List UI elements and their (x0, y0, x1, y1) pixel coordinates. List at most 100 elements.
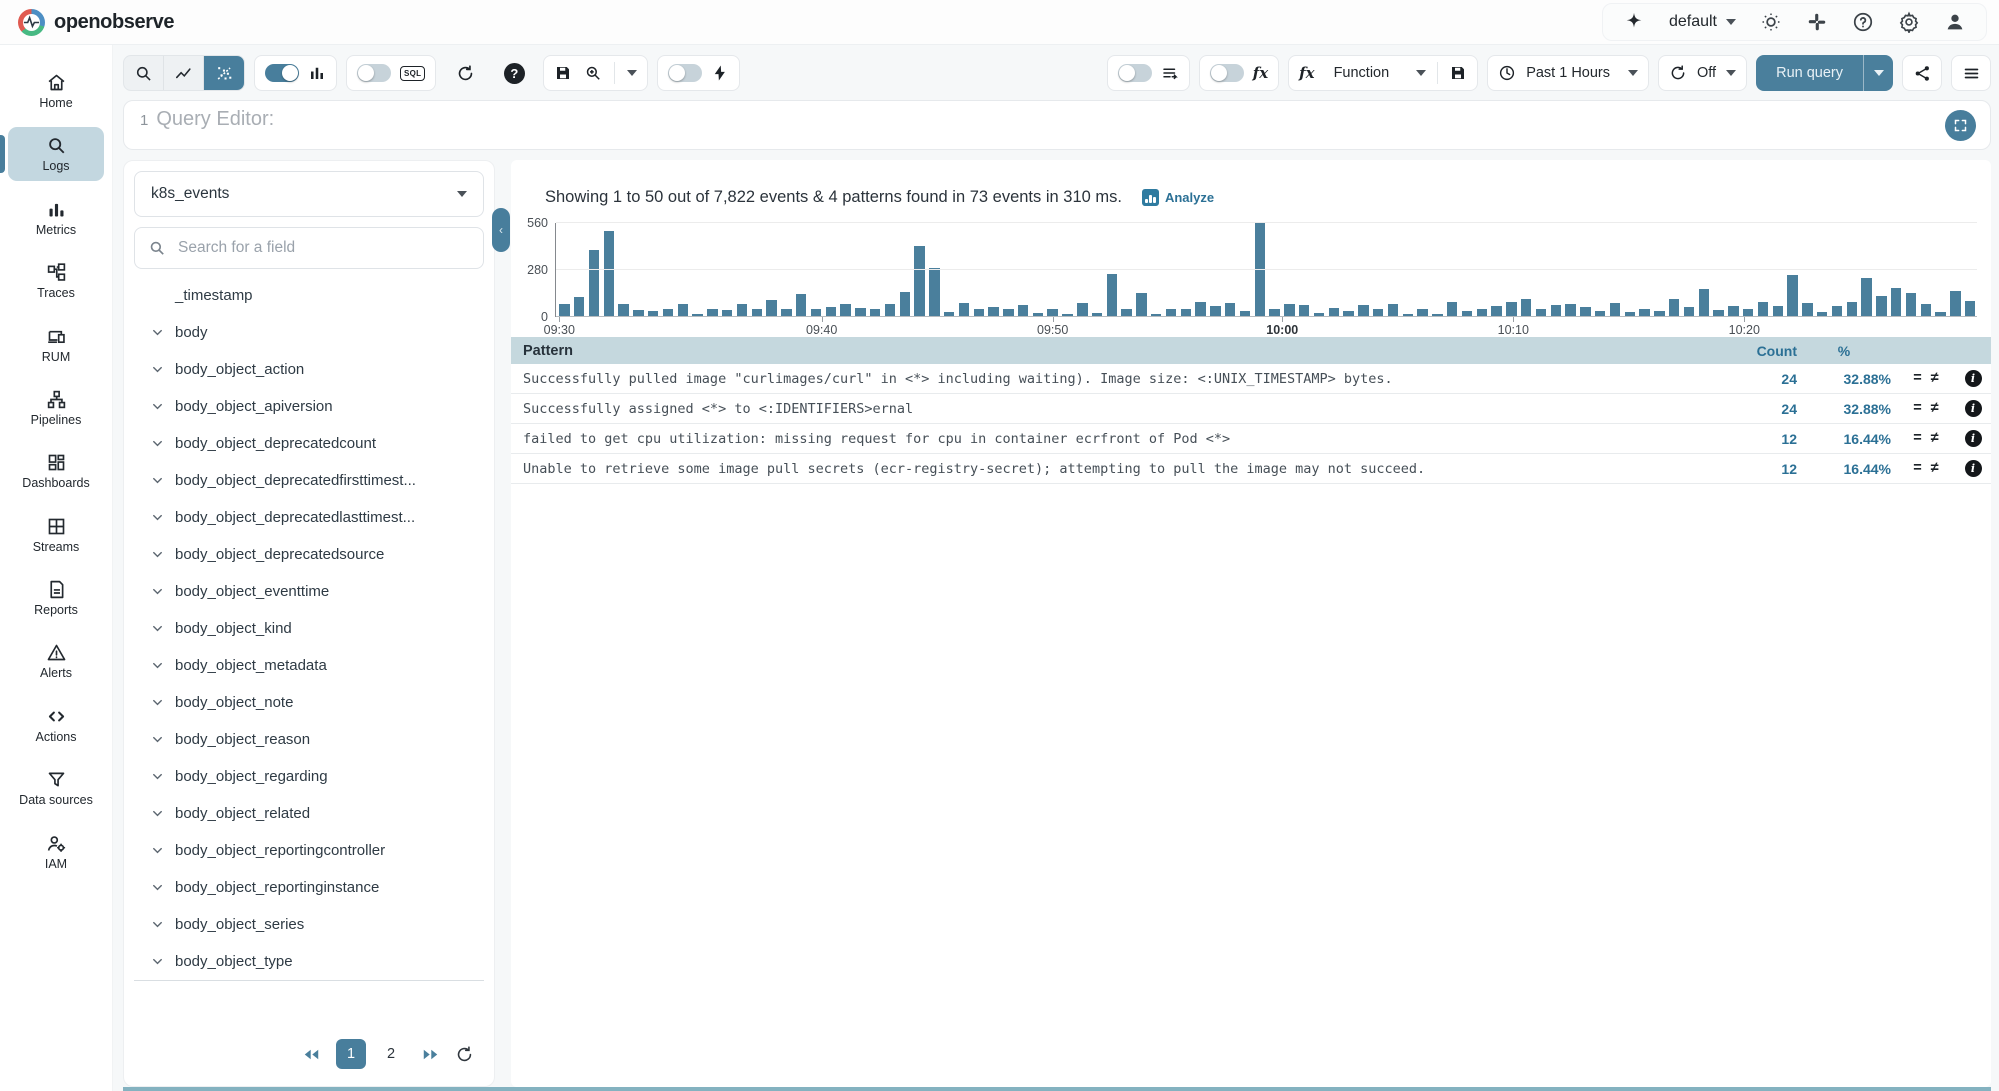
histogram-bar[interactable] (1417, 309, 1427, 316)
field-row[interactable]: body_object_action (134, 351, 484, 388)
include-pattern-button[interactable]: = (1913, 431, 1921, 446)
chevron-down-icon[interactable] (150, 769, 165, 784)
histogram-bar[interactable] (826, 307, 836, 316)
run-query-caret-button[interactable] (1863, 55, 1893, 91)
histogram-toggle[interactable] (265, 64, 299, 82)
histogram-bar[interactable] (1565, 304, 1575, 316)
sidebar-item-dashboards[interactable]: Dashboards (8, 444, 104, 497)
histogram-bar[interactable] (870, 309, 880, 316)
histogram-bar[interactable] (1329, 308, 1339, 316)
pattern-table-row[interactable]: failed to get cpu utilization: missing r… (511, 424, 1991, 454)
saved-views-toggle[interactable] (1118, 64, 1152, 82)
histogram-bar[interactable] (1847, 302, 1857, 316)
sidebar-item-reports[interactable]: Reports (8, 571, 104, 624)
histogram-bar[interactable] (1861, 278, 1871, 316)
exclude-pattern-button[interactable]: ≠ (1931, 401, 1939, 416)
first-page-icon[interactable] (302, 1045, 321, 1064)
histogram-bar[interactable] (604, 231, 614, 316)
slack-icon[interactable] (1806, 11, 1828, 33)
query-editor[interactable]: 1 Query Editor: (123, 100, 1991, 150)
histogram-bar[interactable] (1639, 309, 1649, 316)
info-icon[interactable]: i (1965, 460, 1982, 477)
histogram-bar[interactable] (1699, 289, 1709, 316)
histogram-bar[interactable] (1891, 288, 1901, 316)
histogram-bar[interactable] (1181, 309, 1191, 316)
info-icon[interactable]: i (1965, 400, 1982, 417)
histogram-bar[interactable] (663, 309, 673, 316)
run-query-button[interactable]: Run query (1756, 55, 1863, 91)
histogram-bar[interactable] (737, 304, 747, 316)
histogram-bar[interactable] (914, 246, 924, 316)
saved-search-caret-icon[interactable] (627, 70, 637, 76)
ai-sparkle-icon[interactable] (1623, 11, 1645, 33)
field-row[interactable]: body_object_deprecatedcount (134, 425, 484, 462)
sidebar-item-logs[interactable]: Logs (8, 127, 104, 180)
quick-mode-toggle[interactable] (668, 64, 702, 82)
histogram-bar[interactable] (811, 309, 821, 316)
chevron-down-icon[interactable] (150, 843, 165, 858)
histogram-bar[interactable] (574, 297, 584, 316)
sidebar-item-actions[interactable]: Actions (8, 698, 104, 751)
share-button[interactable] (1902, 55, 1942, 91)
histogram-bar[interactable] (1773, 306, 1783, 316)
field-row[interactable]: body_object_deprecatedfirsttimest... (134, 462, 484, 499)
patterns-mode-button[interactable] (204, 56, 244, 90)
chevron-down-icon[interactable] (150, 954, 165, 969)
histogram-bar[interactable] (1684, 307, 1694, 316)
chevron-down-icon[interactable] (150, 658, 165, 673)
histogram-bar[interactable] (1269, 309, 1279, 316)
save-icon[interactable] (554, 64, 572, 82)
histogram-bar[interactable] (1669, 299, 1679, 316)
histogram-bar[interactable] (1121, 309, 1131, 316)
chevron-down-icon[interactable] (150, 473, 165, 488)
search-zoom-icon[interactable] (584, 64, 602, 82)
histogram-bar[interactable] (1551, 305, 1561, 316)
histogram-bar[interactable] (1521, 299, 1531, 316)
histogram-bar[interactable] (781, 309, 791, 316)
chevron-down-icon[interactable] (150, 917, 165, 932)
function-select-value[interactable]: Function (1326, 65, 1406, 81)
analyze-button[interactable]: Analyze (1142, 189, 1214, 206)
histogram-bar[interactable] (1580, 307, 1590, 316)
sidebar-item-metrics[interactable]: Metrics (8, 191, 104, 244)
sidebar-item-streams[interactable]: Streams (8, 508, 104, 561)
refresh-button[interactable] (445, 55, 485, 91)
histogram-bar[interactable] (1506, 302, 1516, 316)
histogram-bar[interactable] (1284, 304, 1294, 316)
histogram-bar[interactable] (840, 304, 850, 316)
visualize-mode-button[interactable] (164, 56, 204, 90)
field-row[interactable]: _timestamp (134, 277, 484, 314)
field-row[interactable]: body_object_metadata (134, 647, 484, 684)
histogram-bar[interactable] (1876, 296, 1886, 316)
exclude-pattern-button[interactable]: ≠ (1931, 431, 1939, 446)
histogram-bar[interactable] (1447, 302, 1457, 316)
info-icon[interactable]: i (1965, 370, 1982, 387)
page-button-1[interactable]: 1 (336, 1039, 366, 1069)
histogram-bar[interactable] (1136, 293, 1146, 316)
field-row[interactable]: body_object_regarding (134, 758, 484, 795)
histogram-bar[interactable] (589, 250, 599, 316)
exclude-pattern-button[interactable]: ≠ (1931, 371, 1939, 386)
chevron-down-icon[interactable] (150, 621, 165, 636)
settings-gear-icon[interactable] (1898, 11, 1920, 33)
histogram-bar[interactable] (707, 309, 717, 316)
field-row[interactable]: body_object_note (134, 684, 484, 721)
field-row[interactable]: body_object_deprecatedsource (134, 536, 484, 573)
histogram-bar[interactable] (1018, 305, 1028, 316)
field-search-input[interactable] (176, 238, 470, 258)
chevron-down-icon[interactable] (150, 806, 165, 821)
histogram-bar[interactable] (1965, 301, 1975, 316)
histogram-bar[interactable] (1743, 309, 1753, 316)
include-pattern-button[interactable]: = (1913, 401, 1921, 416)
field-row[interactable]: body_object_apiversion (134, 388, 484, 425)
histogram-bar[interactable] (1166, 309, 1176, 316)
histogram-plot[interactable]: 09:3009:4009:5010:0010:1010:20 (555, 215, 1981, 335)
sidebar-item-alerts[interactable]: Alerts (8, 634, 104, 687)
theme-toggle-icon[interactable] (1760, 11, 1782, 33)
time-range-group[interactable]: Past 1 Hours (1487, 55, 1649, 91)
chevron-down-icon[interactable] (150, 695, 165, 710)
histogram-bar[interactable] (1047, 309, 1057, 316)
histogram-bar[interactable] (1758, 302, 1768, 316)
histogram-bar[interactable] (1299, 305, 1309, 316)
sidebar-item-traces[interactable]: Traces (8, 254, 104, 307)
